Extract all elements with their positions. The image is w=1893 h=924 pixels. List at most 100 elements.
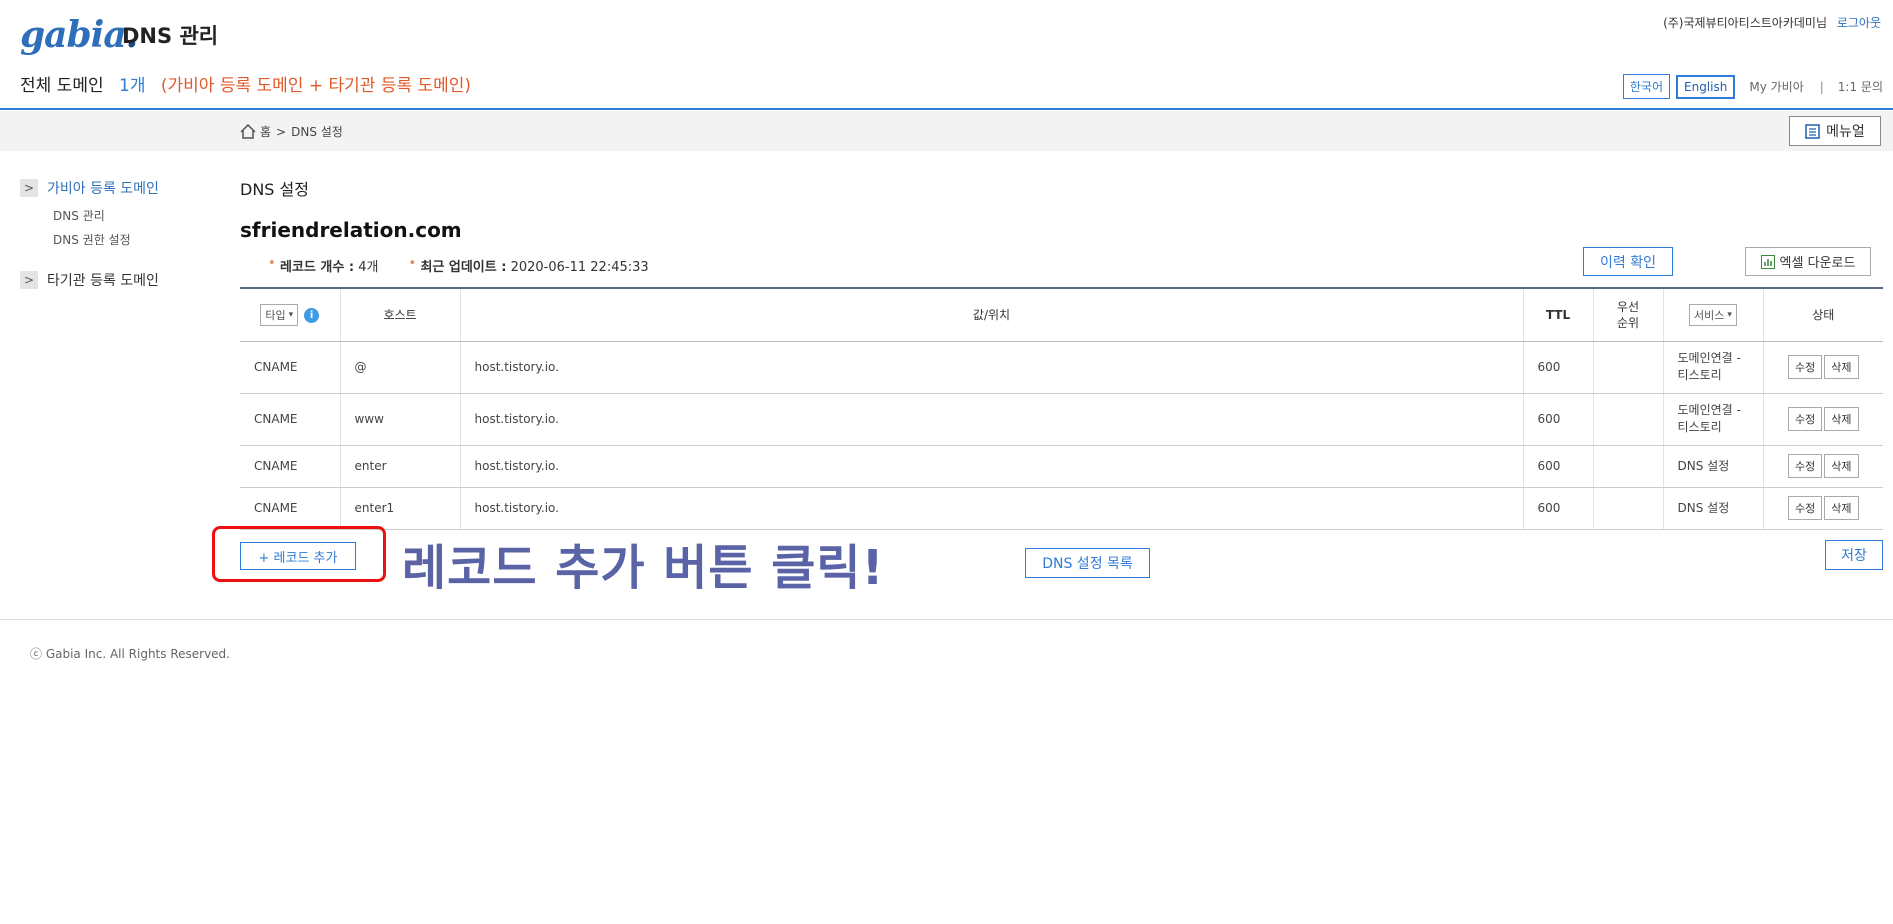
breadcrumb-current: DNS 설정 xyxy=(291,125,343,139)
breadcrumb: 홈 > DNS 설정 xyxy=(240,123,343,140)
col-service: 서비스 ▾ xyxy=(1663,288,1764,342)
col-status: 상태 xyxy=(1763,288,1883,342)
sidebar-item-other-domains[interactable]: > 타기관 등록 도메인 xyxy=(20,270,159,290)
cell-value: host.tistory.io. xyxy=(460,487,1524,530)
cell-priority xyxy=(1593,487,1664,530)
page-title: DNS 설정 xyxy=(240,180,309,199)
cell-host: www xyxy=(340,393,461,446)
dns-list-button[interactable]: DNS 설정 목록 xyxy=(1025,548,1150,578)
edit-button[interactable]: 수정 xyxy=(1788,454,1823,478)
manual-icon xyxy=(1805,123,1820,139)
cell-service-line2: 티스토리 xyxy=(1677,368,1722,382)
excel-icon xyxy=(1760,254,1775,269)
domain-count-label: 전체 도메인 xyxy=(20,76,104,96)
cell-priority xyxy=(1593,393,1664,446)
type-filter-label: 타입 xyxy=(265,308,286,322)
cell-service: DNS 설정 xyxy=(1663,445,1764,488)
cell-actions: 수정 삭제 xyxy=(1763,393,1883,446)
excel-download-button[interactable]: 엑셀 다운로드 xyxy=(1745,247,1871,276)
delete-button[interactable]: 삭제 xyxy=(1824,454,1859,478)
info-icon[interactable]: i xyxy=(304,307,320,323)
cell-service: DNS 설정 xyxy=(1663,487,1764,530)
col-ttl-label: TTL xyxy=(1545,307,1571,322)
record-count: 레코드 개수 : 4개 xyxy=(268,256,378,275)
col-host: 호스트 xyxy=(340,288,461,342)
add-record-button[interactable]: + 레코드 추가 xyxy=(240,542,356,570)
my-gabia-link[interactable]: My 가비아 xyxy=(1749,78,1803,95)
cell-value: host.tistory.io. xyxy=(460,341,1524,394)
service-filter-select[interactable]: 서비스 ▾ xyxy=(1689,303,1737,326)
top-links-separator: | xyxy=(1819,79,1824,94)
manual-button[interactable]: 메뉴얼 xyxy=(1789,116,1881,146)
table-row: CNAME enter1 host.tistory.io. 600 DNS 설정… xyxy=(240,487,1883,530)
cell-ttl: 600 xyxy=(1523,487,1594,530)
gabia-logo[interactable]: gabia. xyxy=(20,14,138,56)
delete-button[interactable]: 삭제 xyxy=(1824,355,1859,379)
last-update-label: 최근 업데이트 : xyxy=(420,260,507,275)
service-filter-label: 서비스 xyxy=(1694,308,1725,322)
breadcrumb-separator: > xyxy=(276,124,287,139)
cell-actions: 수정 삭제 xyxy=(1763,341,1883,394)
cell-ttl: 600 xyxy=(1523,393,1594,446)
sidebar: > 가비아 등록 도메인 DNS 관리 DNS 권한 설정 > 타기관 등록 도… xyxy=(20,178,159,290)
cell-service-line2: 티스토리 xyxy=(1677,420,1722,434)
edit-button[interactable]: 수정 xyxy=(1788,355,1823,379)
cell-type: CNAME xyxy=(240,487,341,530)
lang-en-button[interactable]: English xyxy=(1676,74,1736,99)
chevron-down-icon: ▾ xyxy=(1727,309,1732,320)
domain-count-summary: 전체 도메인 1개 (가비아 등록 도메인 + 타기관 등록 도메인) xyxy=(20,71,471,96)
delete-button[interactable]: 삭제 xyxy=(1824,496,1859,520)
col-type: 타입 ▾ i xyxy=(240,288,341,342)
edit-button[interactable]: 수정 xyxy=(1788,407,1823,431)
domain-name: sfriendrelation.com xyxy=(240,218,462,242)
lang-ko-button[interactable]: 한국어 xyxy=(1622,74,1670,99)
inquiry-link[interactable]: 1:1 문의 xyxy=(1838,78,1883,95)
type-filter-select[interactable]: 타입 ▾ xyxy=(260,303,299,326)
excel-button-label: 엑셀 다운로드 xyxy=(1779,256,1856,271)
table-row: CNAME @ host.tistory.io. 600 도메인연결 - 티스토리… xyxy=(240,341,1883,394)
cell-priority xyxy=(1593,445,1664,488)
save-button[interactable]: 저장 xyxy=(1825,540,1883,570)
col-value: 값/위치 xyxy=(460,288,1524,342)
user-area: (주)국제뷰티아티스트아카데미님 로그아웃 xyxy=(1663,14,1881,31)
table-row: CNAME www host.tistory.io. 600 도메인연결 - 티스… xyxy=(240,393,1883,446)
col-ttl: TTL xyxy=(1523,288,1594,342)
breadcrumb-home[interactable]: 홈 xyxy=(260,123,271,140)
sidebar-item-gabia-domains[interactable]: > 가비아 등록 도메인 xyxy=(20,178,159,198)
user-name: (주)국제뷰티아티스트아카데미님 xyxy=(1663,16,1827,30)
record-count-value: 4개 xyxy=(358,260,379,275)
delete-button[interactable]: 삭제 xyxy=(1824,407,1859,431)
domain-count-detail: (가비아 등록 도메인 + 타기관 등록 도메인) xyxy=(160,76,472,96)
cell-value: host.tistory.io. xyxy=(460,393,1524,446)
cell-type: CNAME xyxy=(240,341,341,394)
cell-priority xyxy=(1593,341,1664,394)
footer-copyright: ⓒ Gabia Inc. All Rights Reserved. xyxy=(30,647,230,661)
chevron-down-icon: ▾ xyxy=(288,309,294,320)
sidebar-item-label: 타기관 등록 도메인 xyxy=(47,273,159,289)
breadcrumb-bar: 홈 > DNS 설정 메뉴얼 xyxy=(0,111,1893,151)
chevron-right-icon: > xyxy=(20,271,38,289)
top-links: 한국어 English My 가비아 | 1:1 문의 xyxy=(1617,74,1883,99)
annotation-text: 레코드 추가 버튼 클릭! xyxy=(402,540,885,596)
domain-count-value[interactable]: 1개 xyxy=(119,76,145,96)
cell-type: CNAME xyxy=(240,393,341,446)
chevron-right-icon: > xyxy=(20,179,38,197)
cell-value: host.tistory.io. xyxy=(460,445,1524,488)
sidebar-subitem-dns-manage[interactable]: DNS 관리 xyxy=(53,207,159,224)
edit-button[interactable]: 수정 xyxy=(1788,496,1823,520)
cell-service: 도메인연결 - 티스토리 xyxy=(1663,341,1764,394)
sidebar-subitem-dns-permission[interactable]: DNS 권한 설정 xyxy=(53,231,159,248)
cell-ttl: 600 xyxy=(1523,341,1594,394)
history-button[interactable]: 이력 확인 xyxy=(1583,247,1673,276)
manual-button-label: 메뉴얼 xyxy=(1826,124,1865,140)
col-priority-line1: 우선 xyxy=(1616,299,1640,314)
logout-link[interactable]: 로그아웃 xyxy=(1837,16,1881,30)
cell-service-line1: 도메인연결 - xyxy=(1677,351,1741,365)
app-title: DNS 관리 xyxy=(122,24,219,48)
table-row: CNAME enter host.tistory.io. 600 DNS 설정 … xyxy=(240,445,1883,488)
home-icon[interactable] xyxy=(240,124,256,139)
cell-host: @ xyxy=(340,341,461,394)
col-priority: 우선 순위 xyxy=(1593,288,1664,342)
cell-host: enter1 xyxy=(340,487,461,530)
table-actions: + 레코드 추가 레코드 추가 버튼 클릭! DNS 설정 목록 저장 xyxy=(212,526,1883,596)
